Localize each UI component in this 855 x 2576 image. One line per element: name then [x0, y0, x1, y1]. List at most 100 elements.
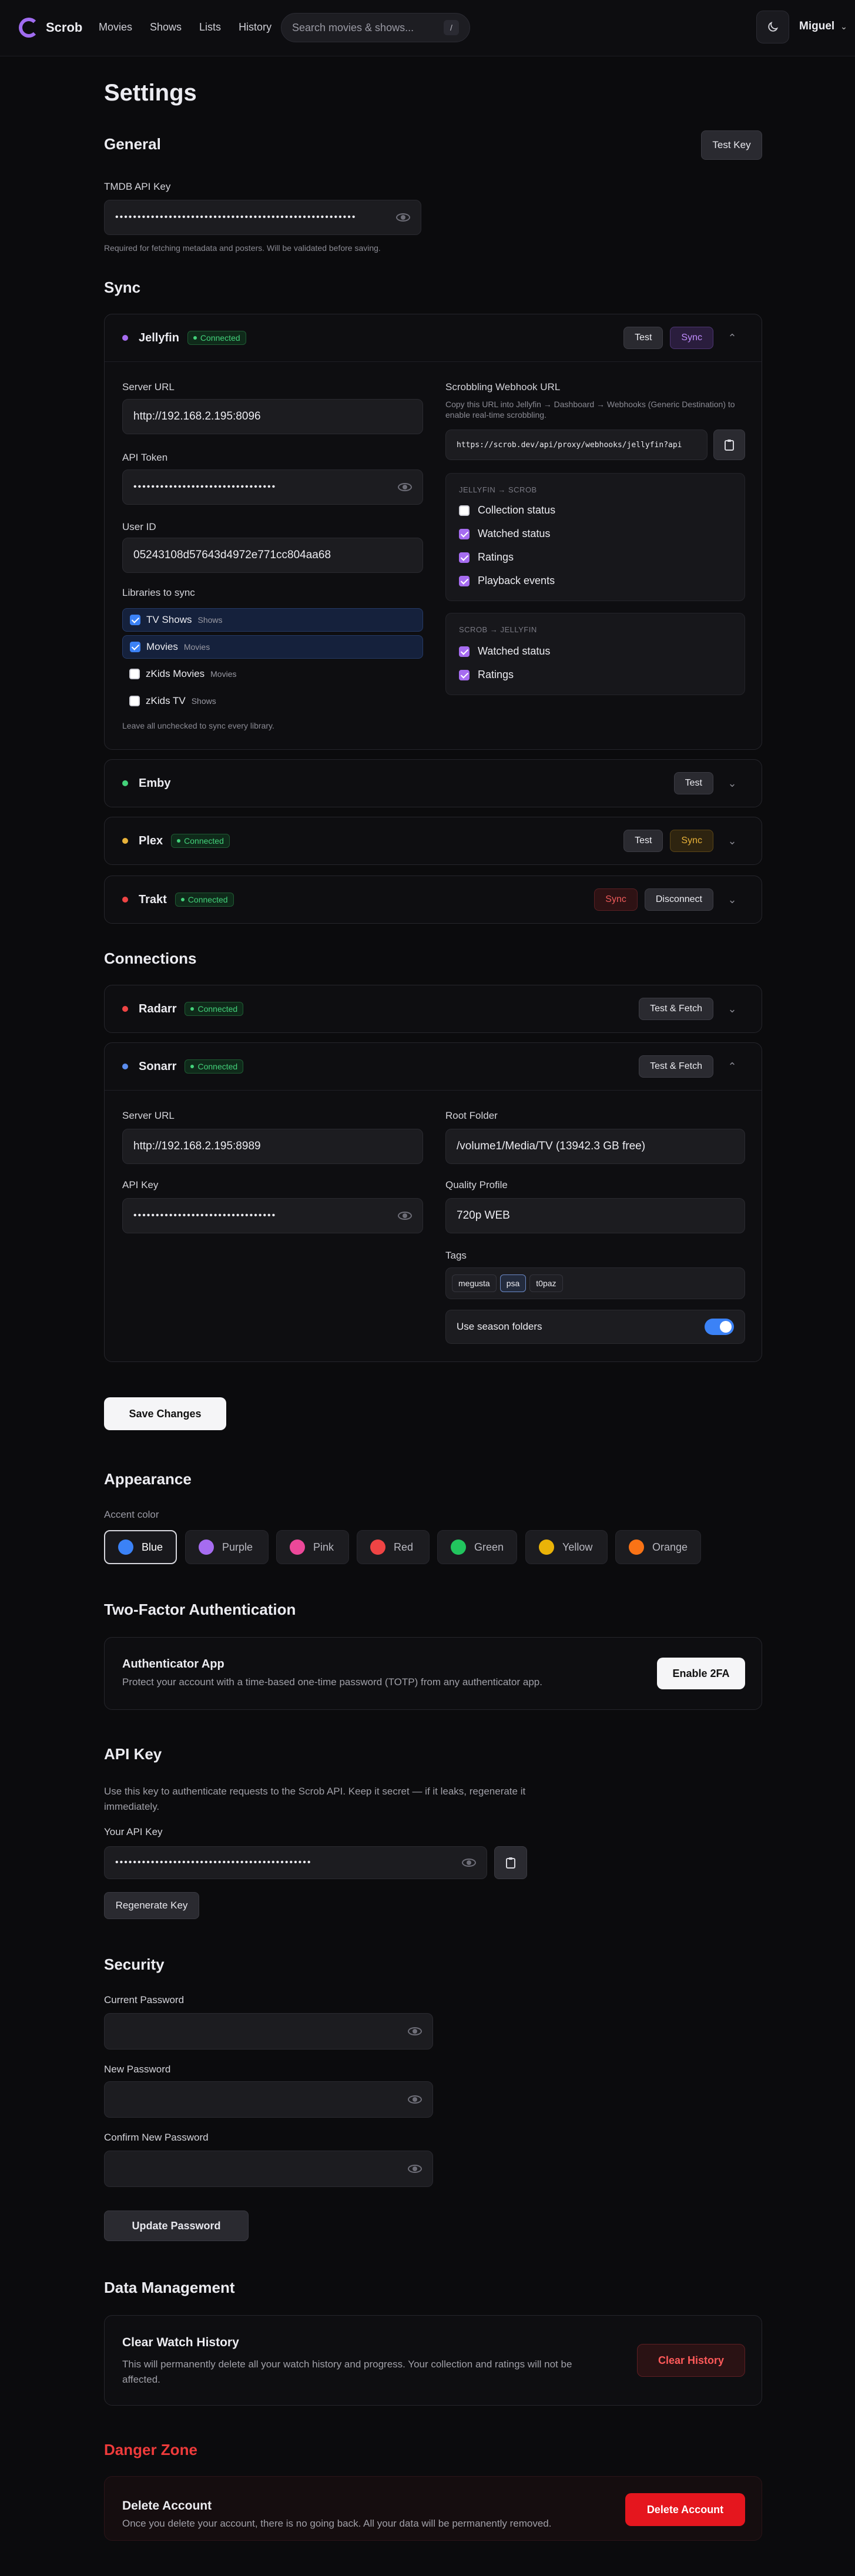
sonarr-header[interactable]: Sonarr Connected Test & Fetch ⌃: [105, 1043, 762, 1090]
chevron-down-icon[interactable]: ⌄: [720, 829, 744, 853]
radarr-header[interactable]: Radarr Connected Test & Fetch ⌄: [105, 985, 762, 1032]
accent-purple[interactable]: Purple: [185, 1530, 269, 1564]
chevron-down-icon[interactable]: ⌄: [720, 888, 744, 911]
library-row[interactable]: zKids TV Shows: [122, 689, 423, 713]
import-option[interactable]: Ratings: [459, 551, 514, 564]
status-dot: [122, 897, 128, 903]
test-button[interactable]: Test: [673, 772, 713, 794]
sync-button[interactable]: Sync: [670, 830, 713, 852]
export-option[interactable]: Watched status: [459, 645, 550, 658]
tmdb-api-key-field[interactable]: ••••••••••••••••••••••••••••••••••••••••…: [104, 200, 421, 235]
library-row[interactable]: Movies Movies: [122, 635, 423, 659]
import-option[interactable]: Watched status: [459, 528, 550, 540]
emby-header[interactable]: Emby Test ⌄: [105, 760, 762, 807]
import-option[interactable]: Playback events: [459, 575, 555, 587]
nav-shows[interactable]: Shows: [150, 21, 182, 33]
option-checkbox[interactable]: [459, 575, 470, 586]
library-checkbox[interactable]: [130, 615, 140, 625]
user-id-field[interactable]: 05243108d57643d4972e771cc804aa68: [122, 538, 423, 573]
update-password-button[interactable]: Update Password: [104, 2211, 249, 2241]
scrob-to-jellyfin-box: SCROB → JELLYFIN Watched status Ratings: [445, 613, 745, 695]
library-row[interactable]: zKids Movies Movies: [122, 662, 423, 686]
server-url-field[interactable]: http://192.168.2.195:8989: [122, 1129, 423, 1164]
test-fetch-button[interactable]: Test & Fetch: [639, 1055, 713, 1078]
copy-button[interactable]: [713, 430, 745, 460]
service-name: Jellyfin: [139, 331, 179, 344]
accent-green[interactable]: Green: [437, 1530, 517, 1564]
confirm-password-field[interactable]: [104, 2151, 433, 2187]
webhook-url-field[interactable]: https://scrob.dev/api/proxy/webhooks/jel…: [445, 430, 708, 460]
plex-header[interactable]: Plex Connected Test Sync ⌄: [105, 817, 762, 864]
eye-icon[interactable]: [398, 1212, 412, 1220]
test-button[interactable]: Test: [623, 327, 663, 349]
status-dot: [122, 335, 128, 341]
apikey-field[interactable]: ••••••••••••••••••••••••••••••••••••••••…: [104, 1846, 487, 1879]
library-row[interactable]: TV Shows Shows: [122, 608, 423, 632]
export-option[interactable]: Ratings: [459, 669, 514, 681]
option-checkbox[interactable]: [459, 505, 470, 516]
accent-orange[interactable]: Orange: [615, 1530, 701, 1564]
trakt-header[interactable]: Trakt Connected Sync Disconnect ⌄: [105, 876, 762, 923]
test-button[interactable]: Test: [623, 830, 663, 852]
test-key-button[interactable]: Test Key: [701, 130, 762, 160]
sync-button[interactable]: Sync: [670, 327, 713, 349]
accent-red[interactable]: Red: [357, 1530, 430, 1564]
nav-history[interactable]: History: [239, 21, 271, 33]
eye-icon[interactable]: [462, 1859, 476, 1867]
regenerate-key-button[interactable]: Regenerate Key: [104, 1892, 199, 1919]
import-option[interactable]: Collection status: [459, 504, 555, 516]
accent-pink[interactable]: Pink: [276, 1530, 349, 1564]
option-checkbox[interactable]: [459, 669, 470, 680]
clear-history-button[interactable]: Clear History: [637, 2344, 745, 2377]
tag-chip[interactable]: t0paz: [529, 1274, 563, 1292]
sync-button[interactable]: Sync: [594, 888, 638, 911]
clear-history-card: Clear Watch History This will permanentl…: [104, 2315, 762, 2406]
accent-blue[interactable]: Blue: [104, 1530, 177, 1564]
library-checkbox[interactable]: [129, 696, 140, 706]
chevron-down-icon: ⌄: [840, 21, 847, 31]
chevron-up-icon[interactable]: ⌃: [720, 1055, 744, 1078]
chevron-down-icon[interactable]: ⌄: [720, 772, 744, 795]
status-dot: [122, 1006, 128, 1012]
main-nav: Movies Shows Lists History: [99, 21, 271, 33]
search-input[interactable]: Search movies & shows... /: [281, 13, 470, 42]
chevron-up-icon[interactable]: ⌃: [720, 326, 744, 350]
theme-toggle-button[interactable]: [756, 11, 789, 43]
eye-icon[interactable]: [398, 483, 412, 491]
logo[interactable]: Scrob: [19, 18, 82, 38]
library-checkbox[interactable]: [129, 669, 140, 679]
disconnect-button[interactable]: Disconnect: [644, 888, 713, 911]
user-menu[interactable]: Miguel ⌄: [799, 20, 847, 33]
save-changes-button[interactable]: Save Changes: [104, 1397, 226, 1430]
enable-2fa-button[interactable]: Enable 2FA: [657, 1658, 745, 1689]
eye-icon[interactable]: [408, 2165, 422, 2173]
current-password-field[interactable]: [104, 2013, 433, 2050]
eye-icon[interactable]: [408, 2095, 422, 2104]
api-token-field[interactable]: ••••••••••••••••••••••••••••••••: [122, 469, 423, 505]
server-url-field[interactable]: http://192.168.2.195:8096: [122, 399, 423, 434]
chevron-down-icon[interactable]: ⌄: [720, 997, 744, 1021]
root-folder-select[interactable]: /volume1/Media/TV (13942.3 GB free): [445, 1129, 745, 1164]
nav-lists[interactable]: Lists: [199, 21, 221, 33]
option-checkbox[interactable]: [459, 646, 470, 657]
library-checkbox[interactable]: [130, 642, 140, 652]
season-folders-toggle[interactable]: [705, 1319, 734, 1335]
option-checkbox[interactable]: [459, 528, 470, 539]
option-checkbox[interactable]: [459, 552, 470, 563]
danger-heading: Danger Zone: [104, 2441, 197, 2458]
status-badge: Connected: [187, 331, 246, 345]
tag-chip[interactable]: megusta: [452, 1274, 497, 1292]
tag-chip[interactable]: psa: [499, 1274, 527, 1292]
accent-yellow[interactable]: Yellow: [525, 1530, 608, 1564]
eye-icon[interactable]: [396, 213, 410, 222]
twofa-card: Authenticator App Protect your account w…: [104, 1637, 762, 1710]
new-password-field[interactable]: [104, 2081, 433, 2118]
api-key-field[interactable]: ••••••••••••••••••••••••••••••••: [122, 1198, 423, 1233]
quality-profile-select[interactable]: 720p WEB: [445, 1198, 745, 1233]
delete-account-button[interactable]: Delete Account: [625, 2493, 745, 2526]
eye-icon[interactable]: [408, 2027, 422, 2035]
test-fetch-button[interactable]: Test & Fetch: [639, 998, 713, 1020]
nav-movies[interactable]: Movies: [99, 21, 132, 33]
copy-button[interactable]: [494, 1846, 527, 1879]
jellyfin-header[interactable]: Jellyfin Connected Test Sync ⌃: [105, 314, 762, 361]
